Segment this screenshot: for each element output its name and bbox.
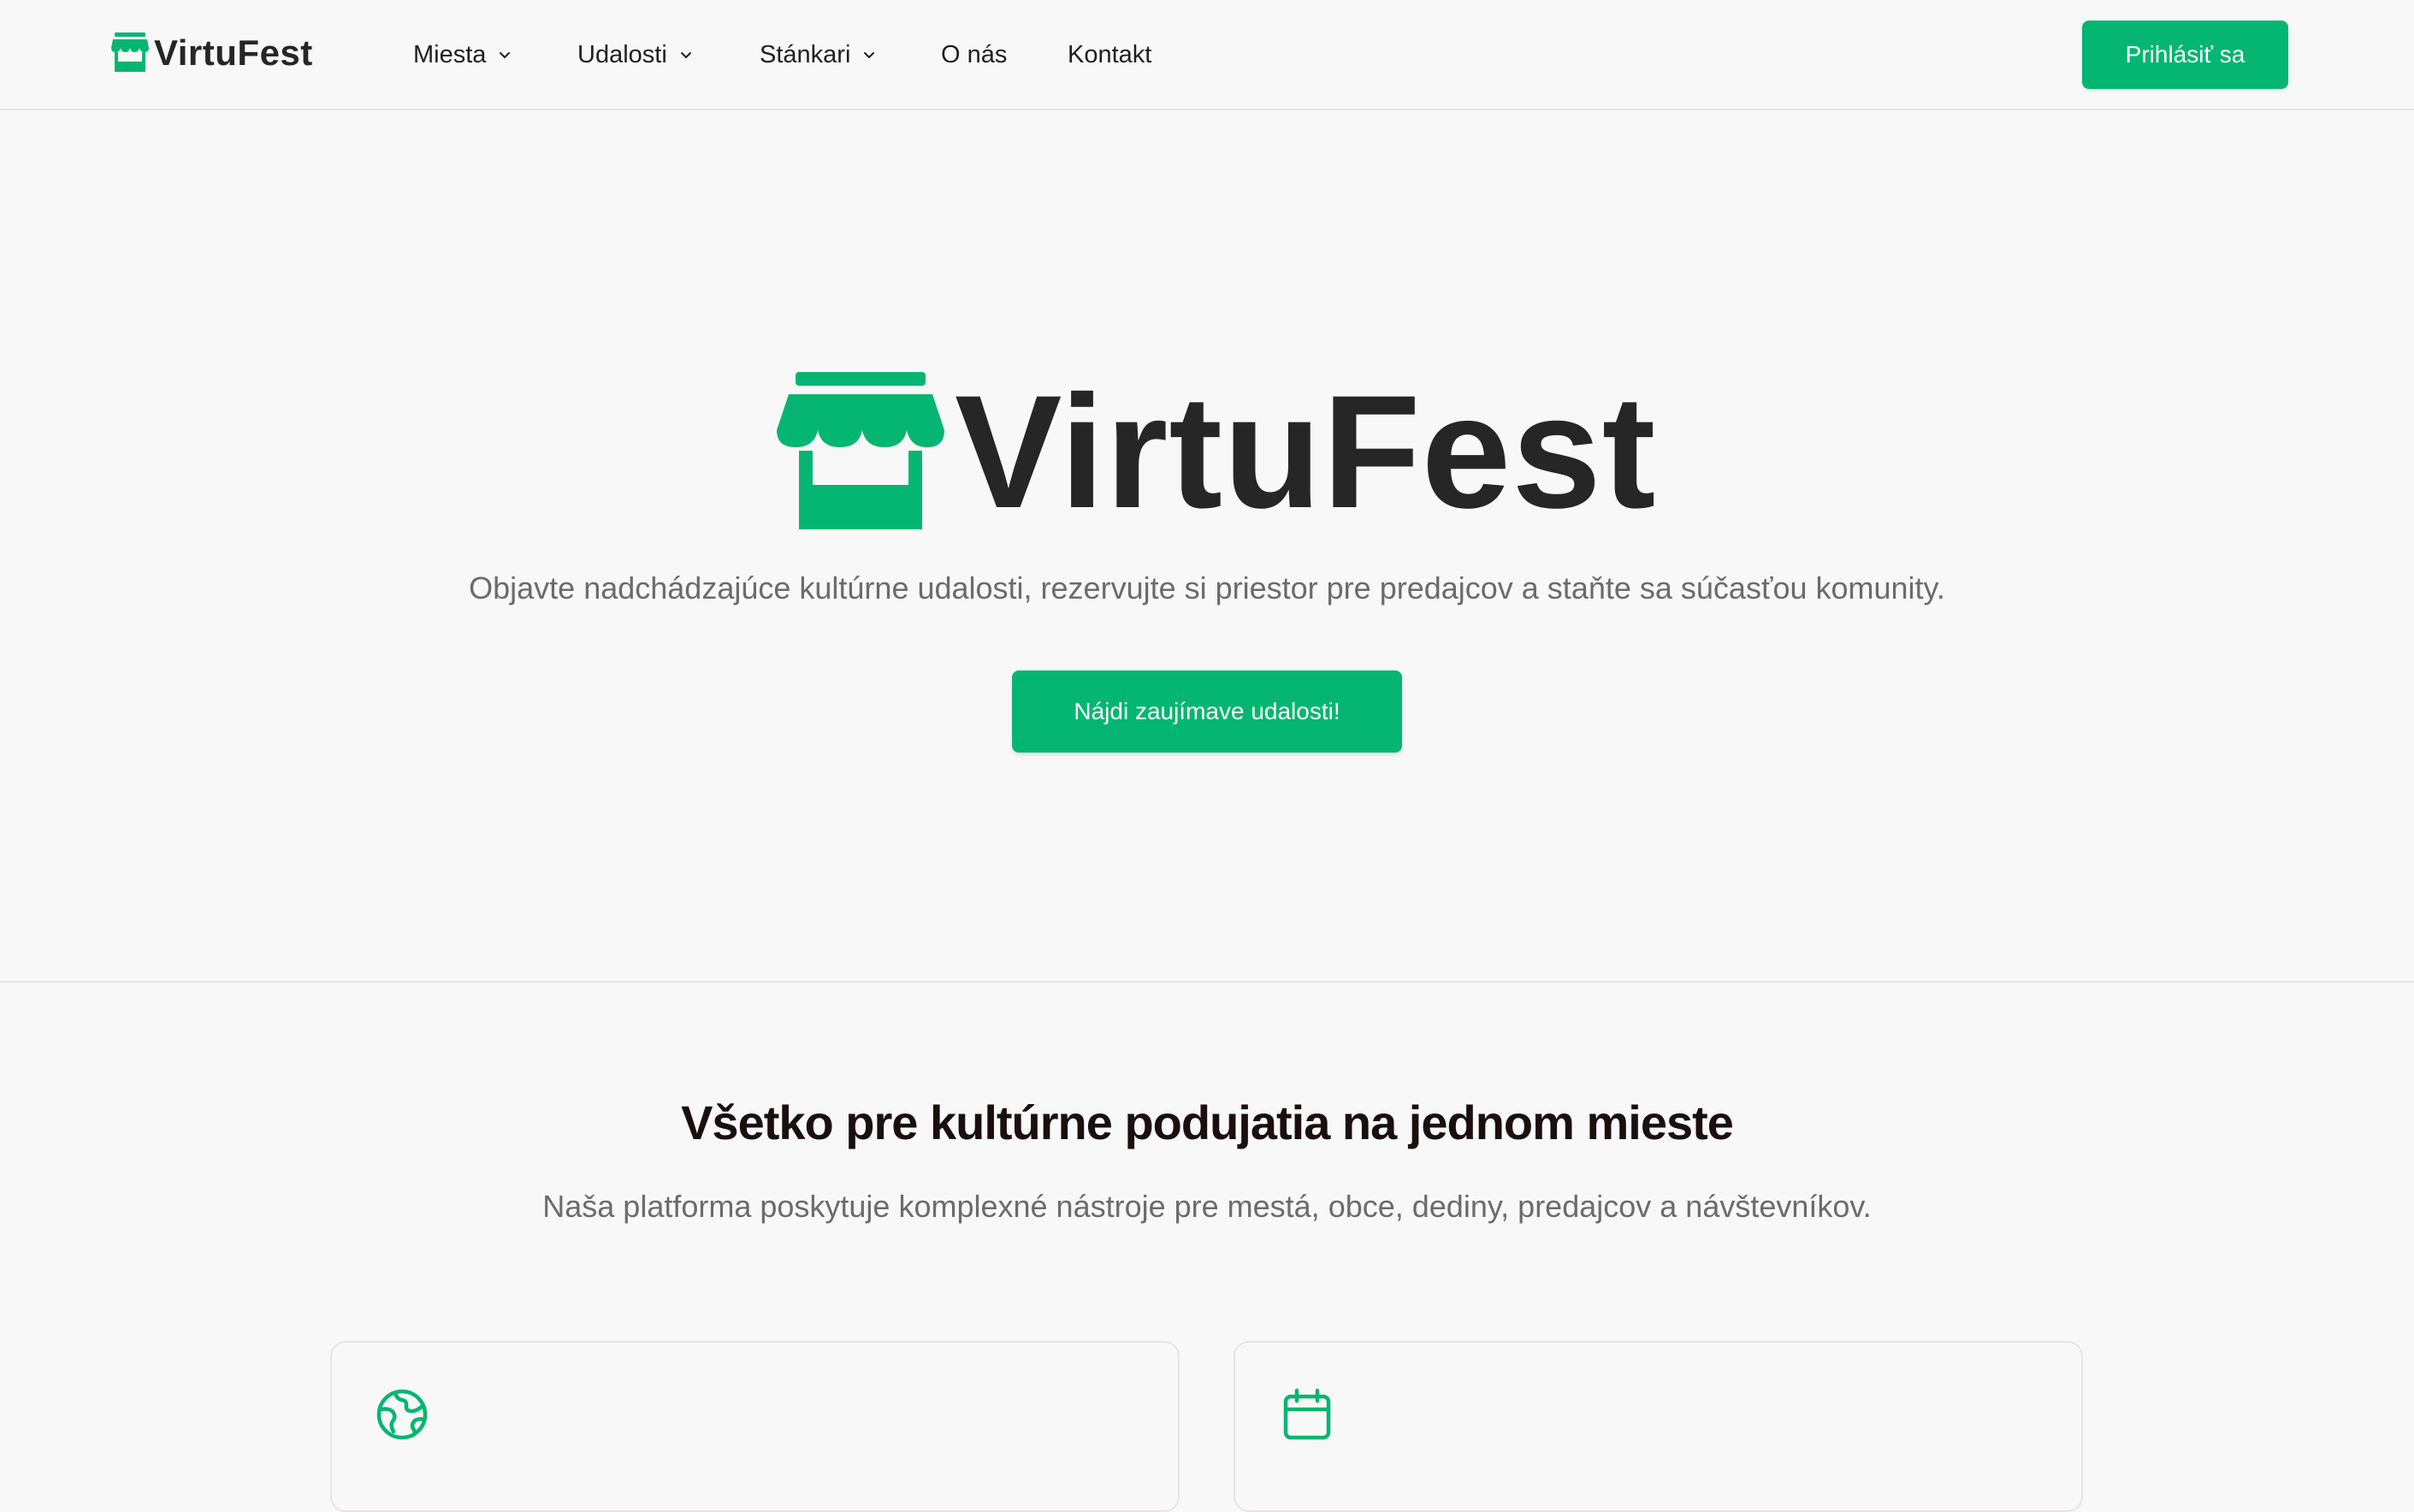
find-events-button[interactable]: Nájdi zaujímave udalosti! — [1012, 670, 1402, 753]
nav-item-udalosti[interactable]: Udalosti — [577, 38, 695, 72]
chevron-down-icon — [500, 52, 511, 58]
chevron-down-icon — [864, 52, 875, 58]
top-navigation-bar: VirtuFest Miesta Udalosti Stánkari O nás… — [0, 0, 2414, 110]
nav-item-label: Udalosti — [577, 40, 667, 68]
market-stall-icon — [111, 32, 149, 72]
login-button[interactable]: Prihlásiť sa — [2082, 21, 2288, 89]
nav-item-label: O nás — [941, 40, 1008, 68]
brand-logo-link[interactable]: VirtuFest — [111, 29, 313, 77]
calendar-icon — [1283, 1388, 1331, 1440]
chevron-down-icon — [680, 52, 691, 58]
nav-item-miesta[interactable]: Miesta — [413, 38, 513, 72]
nav-item-kontakt[interactable]: Kontakt — [1068, 38, 1151, 72]
hero-subtitle: Objavte nadchádzajúce kultúrne udalosti,… — [469, 570, 1945, 605]
brand-name: VirtuFest — [154, 32, 313, 73]
globe-icon — [376, 1389, 428, 1440]
market-stall-icon — [777, 372, 944, 529]
feature-card-places — [330, 1341, 1180, 1512]
features-subtitle: Naša platforma poskytuje komplexné nástr… — [542, 1189, 1872, 1224]
nav-item-label: Kontakt — [1068, 40, 1152, 68]
hero-section: VirtuFest Objavte nadchádzajúce kultúrne… — [0, 112, 2414, 983]
hero-logo: VirtuFest — [777, 366, 1656, 537]
nav-item-label: Stánkari — [760, 40, 851, 68]
nav-item-stankari[interactable]: Stánkari — [760, 38, 878, 72]
features-title: Všetko pre kultúrne podujatia na jednom … — [681, 1096, 1734, 1149]
nav-item-label: Miesta — [413, 40, 487, 68]
nav-item-o-nas[interactable]: O nás — [941, 38, 1007, 72]
feature-card-events — [1234, 1341, 2083, 1512]
hero-title: VirtuFest — [955, 362, 1657, 541]
